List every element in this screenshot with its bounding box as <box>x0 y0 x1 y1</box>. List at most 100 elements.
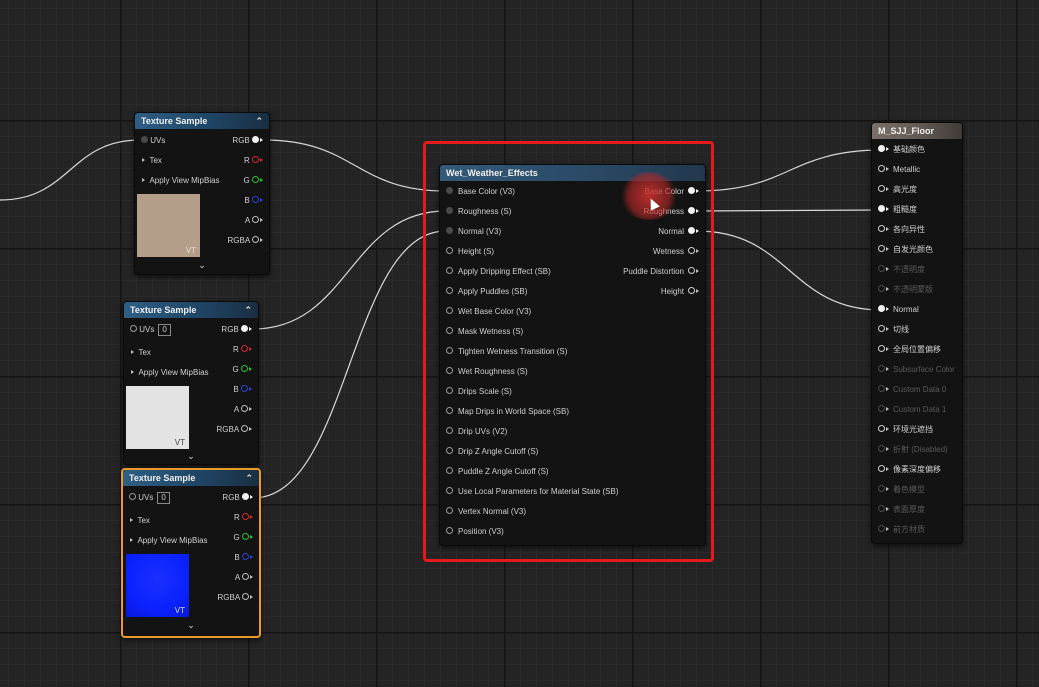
weather-input-pin[interactable] <box>446 527 453 535</box>
weather-input-pin[interactable] <box>446 287 453 295</box>
weather-input-row[interactable]: Wet Roughness (S) <box>446 365 528 379</box>
weather-input-pin[interactable] <box>446 267 453 275</box>
material-input-row[interactable]: 切线 <box>878 323 909 337</box>
g-output-row[interactable]: G <box>234 531 253 545</box>
wire-offscreen-to-uvs[interactable] <box>0 139 141 201</box>
rgba-output-pin[interactable] <box>242 593 249 601</box>
b-output-row[interactable]: B <box>244 194 263 208</box>
mipbias-input-row[interactable]: Apply View MipBias <box>141 174 220 188</box>
rgba-output-row[interactable]: RGBA <box>218 591 253 605</box>
material-input-pin[interactable] <box>878 245 885 253</box>
rgb-output-row[interactable]: RGB <box>222 491 253 505</box>
weather-input-row[interactable]: Drips Scale (S) <box>446 385 512 399</box>
rgb-output-row[interactable]: RGB <box>232 134 263 148</box>
weather-input-pin[interactable] <box>446 447 453 455</box>
collapse-icon[interactable]: ⌃ <box>244 302 252 318</box>
texture-sample-node-3[interactable]: Texture Sample ⌃ UVs 0 Tex Apply View MipB… <box>121 468 261 638</box>
g-output-row[interactable]: G <box>244 174 263 188</box>
weather-output-row[interactable]: Height <box>661 285 699 299</box>
a-output-pin[interactable] <box>242 573 249 581</box>
material-result-node[interactable]: M_SJJ_Floor 基础颜色 Metallic 高光度 粗糙度 各向异性 自发光颜色不… <box>871 122 963 544</box>
collapse-icon[interactable]: ⌃ <box>255 113 263 129</box>
material-input-row[interactable]: Metallic <box>878 163 920 177</box>
a-output-pin[interactable] <box>252 216 259 224</box>
texture-sample-node-1[interactable]: Texture Sample ⌃ UVs Tex Apply View MipBi… <box>134 112 270 275</box>
a-output-pin[interactable] <box>241 405 248 413</box>
mipbias-input-pin[interactable] <box>142 177 145 182</box>
weather-input-pin[interactable] <box>446 407 453 415</box>
tex-input-row[interactable]: Tex <box>130 346 151 360</box>
weather-output-pin[interactable] <box>688 227 695 235</box>
material-input-pin[interactable] <box>878 465 885 473</box>
weather-input-row[interactable]: Vertex Normal (V3) <box>446 505 526 519</box>
g-output-pin[interactable] <box>242 533 249 541</box>
r-output-row[interactable]: R <box>233 343 252 357</box>
uvs-input-row[interactable]: UVs 0 <box>129 491 170 505</box>
weather-output-row[interactable]: Normal <box>658 225 699 239</box>
tex-input-row[interactable]: Tex <box>141 154 162 168</box>
b-output-row[interactable]: B <box>233 383 252 397</box>
b-output-pin[interactable] <box>241 385 248 393</box>
weather-output-row[interactable]: Puddle Distortion <box>623 265 699 279</box>
material-input-row[interactable]: 全局位置偏移 <box>878 343 941 357</box>
texture-sample-node-2[interactable]: Texture Sample ⌃ UVs 0 Tex Apply View MipB… <box>123 301 259 465</box>
uv-index-field[interactable]: 0 <box>158 324 171 336</box>
weather-input-pin[interactable] <box>446 467 453 475</box>
collapse-icon[interactable]: ⌃ <box>245 470 253 486</box>
rgba-output-row[interactable]: RGBA <box>228 234 263 248</box>
g-output-pin[interactable] <box>252 176 259 184</box>
node-title[interactable]: M_SJJ_Floor <box>872 123 962 139</box>
material-input-pin[interactable] <box>878 325 885 333</box>
uvs-input-row[interactable]: UVs 0 <box>130 323 171 337</box>
material-input-pin[interactable] <box>878 205 885 213</box>
weather-input-pin[interactable] <box>446 367 453 375</box>
tex-input-row[interactable]: Tex <box>129 514 150 528</box>
node-title[interactable]: Texture Sample ⌃ <box>123 470 259 486</box>
weather-input-pin[interactable] <box>446 247 453 255</box>
tex-input-pin[interactable] <box>131 349 134 354</box>
weather-input-pin[interactable] <box>446 307 453 315</box>
rgb-output-pin[interactable] <box>242 493 249 501</box>
weather-input-row[interactable]: Use Local Parameters for Material State … <box>446 485 619 499</box>
weather-input-row[interactable]: Apply Puddles (SB) <box>446 285 527 299</box>
material-input-row[interactable]: 自发光颜色 <box>878 243 933 257</box>
weather-input-pin[interactable] <box>446 187 453 195</box>
weather-output-row[interactable]: Wetness <box>653 245 699 259</box>
material-input-row[interactable]: Normal <box>878 303 919 317</box>
uvs-input-pin[interactable] <box>130 325 137 333</box>
wire-out-normal[interactable] <box>696 230 883 311</box>
wire-roughness[interactable] <box>252 210 447 330</box>
g-output-row[interactable]: G <box>233 363 252 377</box>
a-output-row[interactable]: A <box>234 403 252 417</box>
mipbias-input-row[interactable]: Apply View MipBias <box>130 366 209 380</box>
weather-input-row[interactable]: Drip UVs (V2) <box>446 425 507 439</box>
weather-input-row[interactable]: Height (S) <box>446 245 494 259</box>
material-input-row[interactable]: 环境光遮挡 <box>878 423 933 437</box>
material-input-pin[interactable] <box>878 225 885 233</box>
weather-output-pin[interactable] <box>688 247 695 255</box>
rgba-output-pin[interactable] <box>241 425 248 433</box>
wet-weather-effects-node[interactable]: Wet_Weather_Effects Base Color (V3) Rough… <box>439 164 706 546</box>
weather-output-pin[interactable] <box>688 187 695 195</box>
b-output-pin[interactable] <box>242 553 249 561</box>
weather-input-pin[interactable] <box>446 327 453 335</box>
rgb-output-pin[interactable] <box>241 325 248 333</box>
weather-input-pin[interactable] <box>446 487 453 495</box>
weather-input-row[interactable]: Map Drips in World Space (SB) <box>446 405 569 419</box>
material-input-row[interactable]: 像素深度偏移 <box>878 463 941 477</box>
weather-input-pin[interactable] <box>446 347 453 355</box>
material-input-pin[interactable] <box>878 165 885 173</box>
material-input-pin[interactable] <box>878 345 885 353</box>
weather-input-pin[interactable] <box>446 207 453 215</box>
mipbias-input-row[interactable]: Apply View MipBias <box>129 534 208 548</box>
weather-input-row[interactable]: Drip Z Angle Cutoff (S) <box>446 445 538 459</box>
a-output-row[interactable]: A <box>245 214 263 228</box>
wire-out-roughness[interactable] <box>696 209 883 212</box>
uvs-input-pin[interactable] <box>141 136 148 144</box>
weather-input-row[interactable]: Wet Base Color (V3) <box>446 305 531 319</box>
material-input-row[interactable]: 基础颜色 <box>878 143 925 157</box>
material-input-row[interactable]: 各向异性 <box>878 223 925 237</box>
uv-index-field[interactable]: 0 <box>157 492 170 504</box>
weather-output-pin[interactable] <box>688 207 695 215</box>
rgba-output-pin[interactable] <box>252 236 259 244</box>
